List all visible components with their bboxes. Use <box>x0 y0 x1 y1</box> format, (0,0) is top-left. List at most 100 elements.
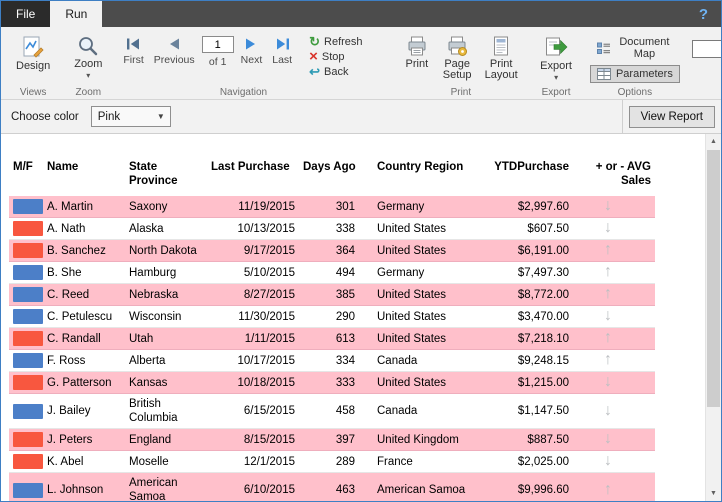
ytd-purchase-cell: $9,996.60 <box>481 472 573 501</box>
country-cell: American Samoa <box>359 472 481 501</box>
views-group-label: Views <box>19 87 47 98</box>
parameters-button[interactable]: Parameters <box>589 65 680 83</box>
state-cell: England <box>125 428 207 451</box>
page-number-input[interactable] <box>201 36 234 53</box>
table-row: B. She Hamburg 5/10/2015 494 Germany $7,497.3… <box>9 261 655 284</box>
view-report-container: View Report <box>621 100 721 133</box>
export-button[interactable]: Export ▾ <box>534 32 578 84</box>
country-cell: United States <box>359 217 481 240</box>
zoom-button[interactable]: Zoom ▾ <box>68 32 108 82</box>
tab-file[interactable]: File <box>1 1 51 27</box>
trend-up-arrow-icon: ↑ <box>604 285 612 302</box>
days-ago-cell: 458 <box>299 393 359 429</box>
name-cell: F. Ross <box>43 349 125 372</box>
name-cell: C. Randall <box>43 327 125 350</box>
view-report-button[interactable]: View Report <box>628 105 715 128</box>
design-icon <box>21 35 45 59</box>
zoom-group-label: Zoom <box>75 87 102 98</box>
column-header-last-purchase: Last Purchase <box>211 161 290 173</box>
ytd-purchase-cell: $887.50 <box>481 428 573 451</box>
report-area: M/F Name State Province Last Purchase Da… <box>1 134 721 501</box>
trend-up-arrow-icon: ↑ <box>604 351 612 368</box>
gender-bar <box>13 482 43 498</box>
zoom-label: Zoom <box>74 58 103 70</box>
choose-color-dropdown[interactable]: Pink ▼ <box>90 106 171 127</box>
tab-run[interactable]: Run <box>50 1 103 27</box>
report-table: M/F Name State Province Last Purchase Da… <box>9 158 655 501</box>
column-header-country: Country Region <box>377 161 464 173</box>
days-ago-cell: 290 <box>299 305 359 328</box>
name-cell: J. Bailey <box>43 393 125 429</box>
last-purchase-cell: 11/30/2015 <box>207 305 299 328</box>
print-layout-icon <box>490 35 512 57</box>
print-button[interactable]: Print <box>400 32 435 84</box>
first-page-button[interactable]: First <box>120 34 146 68</box>
last-page-button[interactable]: Last <box>269 34 295 68</box>
ytd-purchase-cell: $7,497.30 <box>481 261 573 284</box>
print-icon <box>406 35 428 57</box>
state-cell: Wisconsin <box>125 305 207 328</box>
trend-cell: ↓ <box>573 196 655 218</box>
trend-down-arrow-icon: ↓ <box>604 219 612 236</box>
help-icon[interactable]: ? <box>686 1 721 27</box>
chevron-down-icon: ▾ <box>554 73 559 82</box>
name-cell: L. Johnson <box>43 472 125 501</box>
next-page-button[interactable]: Next <box>238 34 266 68</box>
previous-page-button[interactable]: Previous <box>151 34 198 68</box>
trend-cell: ↑ <box>573 327 655 350</box>
ytd-purchase-cell: $1,147.50 <box>481 393 573 429</box>
table-row: K. Abel Moselle 12/1/2015 289 France $2,025.0… <box>9 450 655 473</box>
ytd-purchase-cell: $2,025.00 <box>481 450 573 473</box>
print-layout-button[interactable]: Print Layout <box>480 32 522 84</box>
table-row: F. Ross Alberta 10/17/2015 334 Canada $9,248.… <box>9 349 655 372</box>
state-cell: Utah <box>125 327 207 350</box>
choose-color-label: Choose color <box>11 110 79 123</box>
name-cell: A. Nath <box>43 217 125 240</box>
country-cell: United States <box>359 283 481 306</box>
report-content: M/F Name State Province Last Purchase Da… <box>9 158 703 501</box>
ribbon-group-views: Design Views <box>5 29 61 99</box>
scroll-up-icon[interactable]: ▲ <box>706 134 721 149</box>
page-setup-button[interactable]: Page Setup <box>436 32 478 84</box>
find-row <box>691 40 721 58</box>
page-setup-label: Page Setup <box>442 58 472 81</box>
state-cell: Hamburg <box>125 261 207 284</box>
gender-bar-cell <box>9 239 43 262</box>
trend-down-arrow-icon: ↓ <box>604 430 612 447</box>
stop-icon: × <box>309 48 318 65</box>
days-ago-cell: 334 <box>299 349 359 372</box>
country-cell: United States <box>359 305 481 328</box>
options-group-label: Options <box>617 87 653 98</box>
document-map-button[interactable]: Document Map <box>590 33 680 63</box>
trend-down-arrow-icon: ↓ <box>604 197 612 214</box>
gender-bar-cell <box>9 393 43 429</box>
name-cell: K. Abel <box>43 450 125 473</box>
days-ago-cell: 338 <box>299 217 359 240</box>
refresh-button[interactable]: ↻ Refresh <box>305 35 366 49</box>
ytd-purchase-cell: $3,470.00 <box>481 305 573 328</box>
find-group-label: Find <box>687 87 721 98</box>
gender-bar-cell <box>9 428 43 451</box>
find-input[interactable] <box>691 40 721 58</box>
last-purchase-cell: 12/1/2015 <box>207 450 299 473</box>
gender-bar <box>13 375 43 390</box>
vertical-scrollbar[interactable]: ▲ ▼ <box>705 134 721 501</box>
refresh-icon: ↻ <box>309 34 321 49</box>
design-button[interactable]: Design <box>10 32 56 75</box>
chevron-down-icon: ▾ <box>86 71 91 80</box>
ribbon: Design Views Zoom ▾ Zoom First Previous … <box>1 27 721 100</box>
state-cell: Moselle <box>125 450 207 473</box>
scroll-down-icon[interactable]: ▼ <box>706 486 721 501</box>
back-icon: ↩ <box>309 64 321 79</box>
table-row: A. Martin Saxony 11/19/2015 301 Germany $2,99… <box>9 196 655 218</box>
previous-page-icon <box>167 36 181 51</box>
document-map-icon <box>596 42 611 55</box>
zoom-icon <box>77 35 99 57</box>
stop-button[interactable]: × Stop <box>305 48 348 65</box>
scrollbar-thumb[interactable] <box>707 150 720 407</box>
ribbon-group-options: Document Map Parameters Options <box>585 29 685 99</box>
titlebar: File Run ? <box>1 1 721 27</box>
back-button[interactable]: ↩ Back <box>305 65 352 79</box>
gender-bar <box>13 221 43 236</box>
export-group-label: Export <box>541 87 571 98</box>
